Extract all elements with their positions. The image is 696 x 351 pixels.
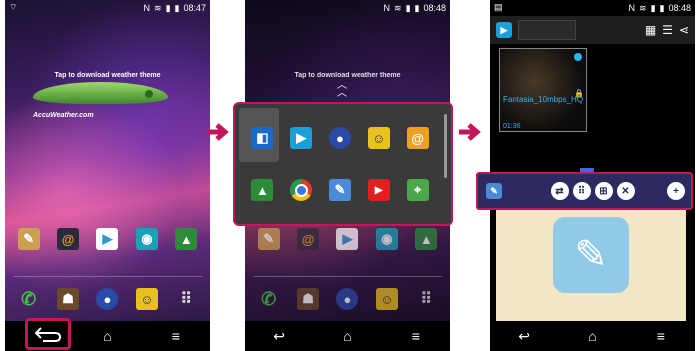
memo-pencil-icon: ✎ bbox=[553, 217, 629, 293]
video-app-icon[interactable]: ▶ bbox=[496, 22, 512, 38]
accuweather-brand: AccuWeather.com bbox=[33, 112, 94, 119]
signal-icon: ▮ bbox=[165, 3, 171, 13]
arrow-right-icon bbox=[459, 123, 481, 141]
video-icon[interactable]: ▶ bbox=[290, 127, 313, 149]
status-bar: ▤ N ≋ ▮ ▮ 08:48 bbox=[490, 0, 695, 16]
memo-app-icon[interactable]: ✎ bbox=[486, 183, 502, 199]
close-icon[interactable]: ✕ bbox=[616, 182, 635, 200]
arrow-right-icon bbox=[207, 123, 229, 141]
gallery-notification-icon: ▤ bbox=[494, 2, 503, 12]
home-app-row: ✎ @ ▶ ◉ ▲ bbox=[245, 228, 450, 250]
new-badge bbox=[574, 53, 582, 61]
menu-icon[interactable]: ≡ bbox=[401, 328, 431, 344]
home-icon[interactable]: ⌂ bbox=[92, 328, 122, 344]
tray-scrollbar[interactable] bbox=[444, 114, 447, 178]
qslide-app-tray: ◧ ▶ ● ☺ @ ▲ ✎ ▶ ⌖ bbox=[233, 102, 453, 226]
home-screen-panel-1: ⌔ N ≋ ▮ ▮ 08:47 Tap to download weather … bbox=[5, 0, 210, 351]
weather-prompt[interactable]: Tap to download weather theme bbox=[245, 72, 450, 79]
youtube-icon[interactable]: ▶ bbox=[367, 179, 390, 201]
wifi-signal-icon: ≋ bbox=[639, 3, 647, 13]
qslide-control-bar: ✎ ⇄ ⠿ ⊞ ✕ + bbox=[476, 172, 693, 210]
battery-icon: ▮ bbox=[174, 3, 180, 13]
apps-icon[interactable]: ⠿ bbox=[415, 288, 437, 310]
email-icon[interactable]: @ bbox=[406, 127, 429, 149]
gallery-icon[interactable]: ▲ bbox=[415, 228, 438, 250]
nfc-icon: N bbox=[628, 3, 636, 13]
back-icon[interactable]: ↩ bbox=[264, 328, 294, 345]
signal-icon: ▮ bbox=[650, 3, 656, 13]
phone-icon[interactable]: ✆ bbox=[18, 288, 40, 310]
battery-icon: ▮ bbox=[414, 3, 420, 13]
tray-app-grid: ◧ ▶ ● ☺ @ ▲ ✎ ▶ ⌖ bbox=[243, 112, 437, 216]
wifi-signal-icon: ≋ bbox=[154, 3, 162, 13]
contacts-icon[interactable]: ☗ bbox=[57, 288, 80, 310]
home-icon[interactable]: ⌂ bbox=[332, 328, 362, 344]
camera-icon[interactable]: ◉ bbox=[135, 228, 158, 250]
messaging-icon[interactable]: ☺ bbox=[375, 288, 398, 310]
menu-icon[interactable]: ≡ bbox=[161, 328, 191, 344]
signal-icon: ▮ bbox=[405, 3, 411, 13]
home-icon[interactable]: ⌂ bbox=[577, 328, 607, 344]
chevron-up-icon[interactable]: ︿ ︿ bbox=[337, 81, 347, 99]
playstore-icon[interactable]: ▶ bbox=[96, 228, 119, 250]
video-toolbar: ▶ ▦ ☰ ⋖ bbox=[490, 16, 695, 44]
video-duration: 01:36 bbox=[503, 123, 521, 130]
internet-icon[interactable]: ● bbox=[336, 288, 359, 310]
qslide-icon[interactable]: ◧ bbox=[251, 127, 274, 149]
nfc-icon: N bbox=[143, 3, 151, 13]
maps-icon[interactable]: ⌖ bbox=[406, 179, 429, 201]
messaging-icon[interactable]: ☺ bbox=[135, 288, 158, 310]
full-screen-icon[interactable]: ⊞ bbox=[594, 182, 613, 200]
video-thumbnail[interactable]: 🔒 Fantasia_10mbps_HQ 01:36 bbox=[499, 48, 587, 132]
messaging-icon[interactable]: ☺ bbox=[367, 127, 390, 149]
grid-view-icon[interactable]: ▦ bbox=[645, 23, 656, 37]
dock-divider bbox=[253, 276, 442, 277]
memo-icon[interactable]: ✎ bbox=[328, 179, 351, 201]
wifi-icon: ⌔ bbox=[9, 2, 18, 12]
weather-prompt[interactable]: Tap to download weather theme bbox=[5, 72, 210, 79]
chrome-icon[interactable] bbox=[290, 179, 313, 201]
email-icon[interactable]: @ bbox=[297, 228, 320, 250]
memo-icon[interactable]: ✎ bbox=[17, 228, 40, 250]
status-time: 08:48 bbox=[668, 3, 691, 13]
back-arrow-icon bbox=[34, 327, 62, 342]
share-icon[interactable]: ⋖ bbox=[679, 23, 689, 37]
nav-bar: ↩ ⌂ ≡ bbox=[245, 321, 450, 351]
transparency-icon[interactable]: ⇄ bbox=[550, 182, 569, 200]
playstore-icon[interactable]: ▶ bbox=[336, 228, 359, 250]
camera-icon[interactable]: ◉ bbox=[375, 228, 398, 250]
album-dropdown[interactable] bbox=[518, 20, 576, 40]
home-app-row: ✎ @ ▶ ◉ ▲ bbox=[5, 228, 210, 250]
menu-icon[interactable]: ≡ bbox=[646, 328, 676, 344]
gallery-icon[interactable]: ▲ bbox=[175, 228, 198, 250]
dock-row: ✆ ☗ ● ☺ ⠿ bbox=[245, 288, 450, 310]
status-time: 08:48 bbox=[423, 3, 446, 13]
phone-icon[interactable]: ✆ bbox=[258, 288, 280, 310]
internet-icon[interactable]: ● bbox=[328, 127, 351, 149]
gallery-icon[interactable]: ▲ bbox=[251, 179, 274, 201]
battery-icon: ▮ bbox=[659, 3, 665, 13]
add-icon[interactable]: + bbox=[667, 182, 685, 200]
memo-icon[interactable]: ✎ bbox=[257, 228, 280, 250]
wifi-signal-icon: ≋ bbox=[394, 3, 402, 13]
playlist-icon[interactable]: ☰ bbox=[662, 23, 673, 37]
tree-icon bbox=[145, 90, 153, 98]
internet-icon[interactable]: ● bbox=[96, 288, 119, 310]
video-title: Fantasia_10mbps_HQ bbox=[503, 95, 584, 104]
contacts-icon[interactable]: ☗ bbox=[297, 288, 320, 310]
nfc-icon: N bbox=[383, 3, 391, 13]
status-bar: ⌔ N ≋ ▮ ▮ 08:47 bbox=[5, 0, 210, 16]
apps-grid-icon[interactable]: ⠿ bbox=[572, 182, 591, 200]
status-time: 08:47 bbox=[183, 3, 206, 13]
dock-row: ✆ ☗ ● ☺ ⠿ bbox=[5, 288, 210, 310]
back-button-highlight[interactable] bbox=[25, 318, 71, 350]
status-bar: N ≋ ▮ ▮ 08:48 bbox=[245, 0, 450, 16]
apps-icon[interactable]: ⠿ bbox=[175, 288, 197, 310]
qslide-memo-window[interactable]: ✎ bbox=[496, 209, 686, 321]
qslide-controls: ⇄ ⠿ ⊞ ✕ bbox=[522, 182, 667, 200]
back-icon[interactable]: ↩ bbox=[509, 328, 539, 345]
nav-bar: ↩ ⌂ ≡ bbox=[490, 321, 695, 351]
email-icon[interactable]: @ bbox=[57, 228, 80, 250]
dock-divider bbox=[13, 276, 202, 277]
